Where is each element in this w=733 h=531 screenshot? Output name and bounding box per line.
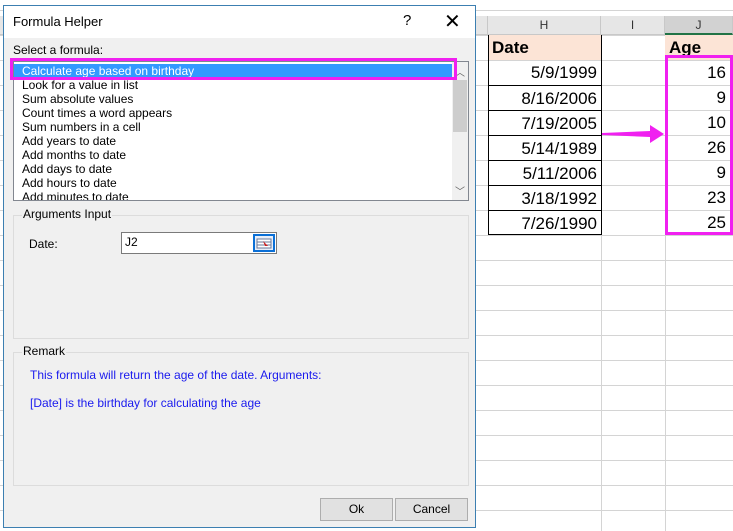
remark-line-2: [Date] is the birthday for calculating t… [30,396,261,410]
selection-highlight-box [10,58,457,80]
scroll-thumb[interactable] [453,80,467,132]
scroll-down-icon[interactable]: ﹀ [455,183,465,198]
formula-item[interactable]: Sum numbers in a cell [14,120,468,134]
formula-item[interactable]: Add days to date [14,162,468,176]
date-input[interactable]: J2 [121,232,277,254]
remark-line-1: This formula will return the age of the … [30,368,322,382]
date-cell[interactable]: 5/9/1999 [488,60,602,85]
help-button[interactable]: ? [403,12,411,29]
scrollbar[interactable]: ︿ ﹀ [452,62,468,200]
date-cell[interactable]: 7/26/1990 [488,210,602,235]
formula-item[interactable]: Add months to date [14,148,468,162]
column-header-h[interactable]: H [488,16,601,35]
remark-title: Remark [22,344,67,358]
date-cell[interactable]: 8/16/2006 [488,85,602,110]
range-select-icon[interactable] [253,234,275,252]
formula-item[interactable]: Add years to date [14,134,468,148]
formula-item[interactable]: Sum absolute values [14,92,468,106]
arrow-icon [602,125,664,143]
title-bar: Formula Helper ? ✕ [4,6,475,38]
formula-item[interactable]: Count times a word appears [14,106,468,120]
formula-list[interactable]: Calculate age based on birthday Look for … [13,61,469,201]
select-formula-label: Select a formula: [13,43,104,57]
close-button[interactable]: ✕ [444,9,461,34]
date-label: Date: [29,237,58,251]
arguments-title: Arguments Input [22,207,113,221]
formula-helper-dialog: Formula Helper ? ✕ Select a formula: Cal… [3,5,476,528]
formula-item[interactable]: Add minutes to date [14,190,468,200]
date-cell[interactable]: 7/19/2005 [488,110,602,135]
column-header-i[interactable]: I [601,16,665,35]
cancel-button[interactable]: Cancel [395,498,468,521]
date-cell[interactable]: 5/11/2006 [488,160,602,185]
age-highlight-box [665,55,733,235]
date-cell[interactable]: 3/18/1992 [488,185,602,210]
dialog-title: Formula Helper [13,14,103,29]
formula-item[interactable]: Add hours to date [14,176,468,190]
formula-item[interactable]: Look for a value in list [14,78,468,92]
date-cell[interactable]: 5/14/1989 [488,135,602,160]
ok-button[interactable]: Ok [320,498,393,521]
date-input-value: J2 [125,235,138,249]
column-header-j[interactable]: J [665,16,733,35]
